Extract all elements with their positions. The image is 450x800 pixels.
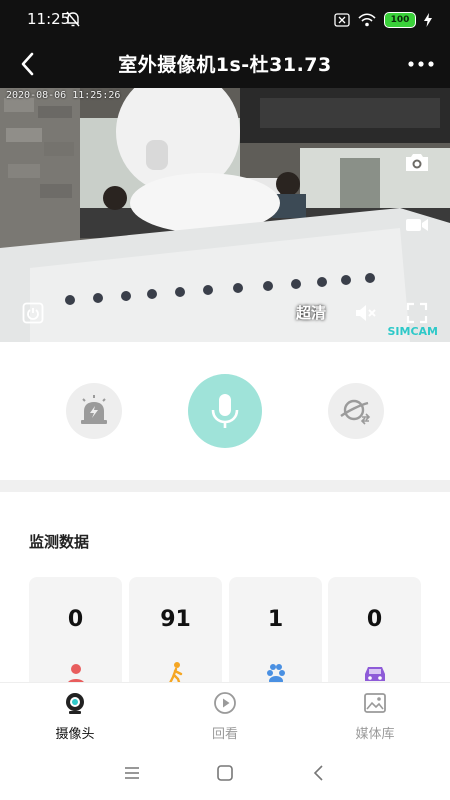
stat-card-pet[interactable]: 1 (229, 577, 322, 697)
system-nav-bar (0, 746, 450, 800)
brand-watermark: SIMCAM (387, 325, 439, 338)
stat-card-motion[interactable]: 91 (129, 577, 222, 697)
talk-button[interactable] (188, 374, 262, 448)
stat-value: 0 (366, 607, 383, 632)
more-dots-icon[interactable] (404, 48, 438, 80)
camera-scene (0, 88, 450, 342)
home-square-icon[interactable] (213, 761, 237, 785)
header-bar: 室外摄像机1s-杜31.73 (0, 40, 450, 88)
page-title: 室外摄像机1s-杜31.73 (118, 54, 332, 76)
bell-off-icon (66, 11, 80, 27)
status-bar: 11:25 100 (0, 0, 450, 40)
stat-card-person[interactable]: 0 (29, 577, 122, 697)
stat-card-vehicle[interactable]: 0 (328, 577, 421, 697)
tab-media-library[interactable]: 媒体库 (300, 683, 450, 747)
planet-switch-icon (340, 399, 371, 425)
back-arrow-icon[interactable] (14, 48, 46, 80)
image-gallery-icon (364, 693, 386, 713)
power-icon[interactable] (22, 302, 44, 324)
wifi-icon (358, 13, 376, 27)
microphone-icon (211, 394, 239, 428)
menu-lines-icon[interactable] (120, 761, 144, 785)
fullscreen-icon[interactable] (406, 302, 428, 324)
tab-camera[interactable]: 摄像头 (0, 683, 150, 747)
battery-icon: 100 (384, 12, 416, 28)
stat-value: 0 (67, 607, 84, 632)
status-time: 11:25 (27, 10, 71, 28)
charging-icon (424, 13, 432, 27)
video-timestamp: 2020-08-06 11:25:26 (6, 90, 121, 101)
snapshot-camera-icon[interactable] (403, 150, 431, 174)
section-divider (0, 480, 450, 492)
camera-icon (66, 693, 84, 714)
switch-scene-button[interactable] (328, 383, 384, 439)
record-video-icon[interactable] (403, 214, 431, 236)
control-panel (0, 342, 450, 480)
quality-toggle-button[interactable]: 超清 (296, 302, 326, 323)
status-icons: 100 (334, 9, 432, 31)
stat-value: 1 (267, 607, 284, 632)
tab-label: 媒体库 (355, 727, 395, 742)
video-feed[interactable]: 2020-08-06 11:25:26 超清 SIMCAM (0, 88, 450, 342)
tab-label: 摄像头 (55, 727, 95, 742)
alarm-button[interactable] (66, 383, 122, 439)
bottom-tab-bar: 摄像头 回看 媒体库 (0, 682, 450, 747)
sim-disabled-icon (334, 13, 350, 27)
back-chevron-icon[interactable] (307, 761, 331, 785)
tab-playback[interactable]: 回看 (150, 683, 300, 747)
alarm-light-icon (81, 395, 107, 424)
mute-speaker-icon[interactable] (354, 302, 378, 324)
monitor-section-title: 监测数据 (29, 533, 90, 551)
tab-label: 回看 (211, 727, 238, 742)
play-circle-icon (214, 692, 236, 714)
stat-value: 91 (160, 607, 191, 632)
